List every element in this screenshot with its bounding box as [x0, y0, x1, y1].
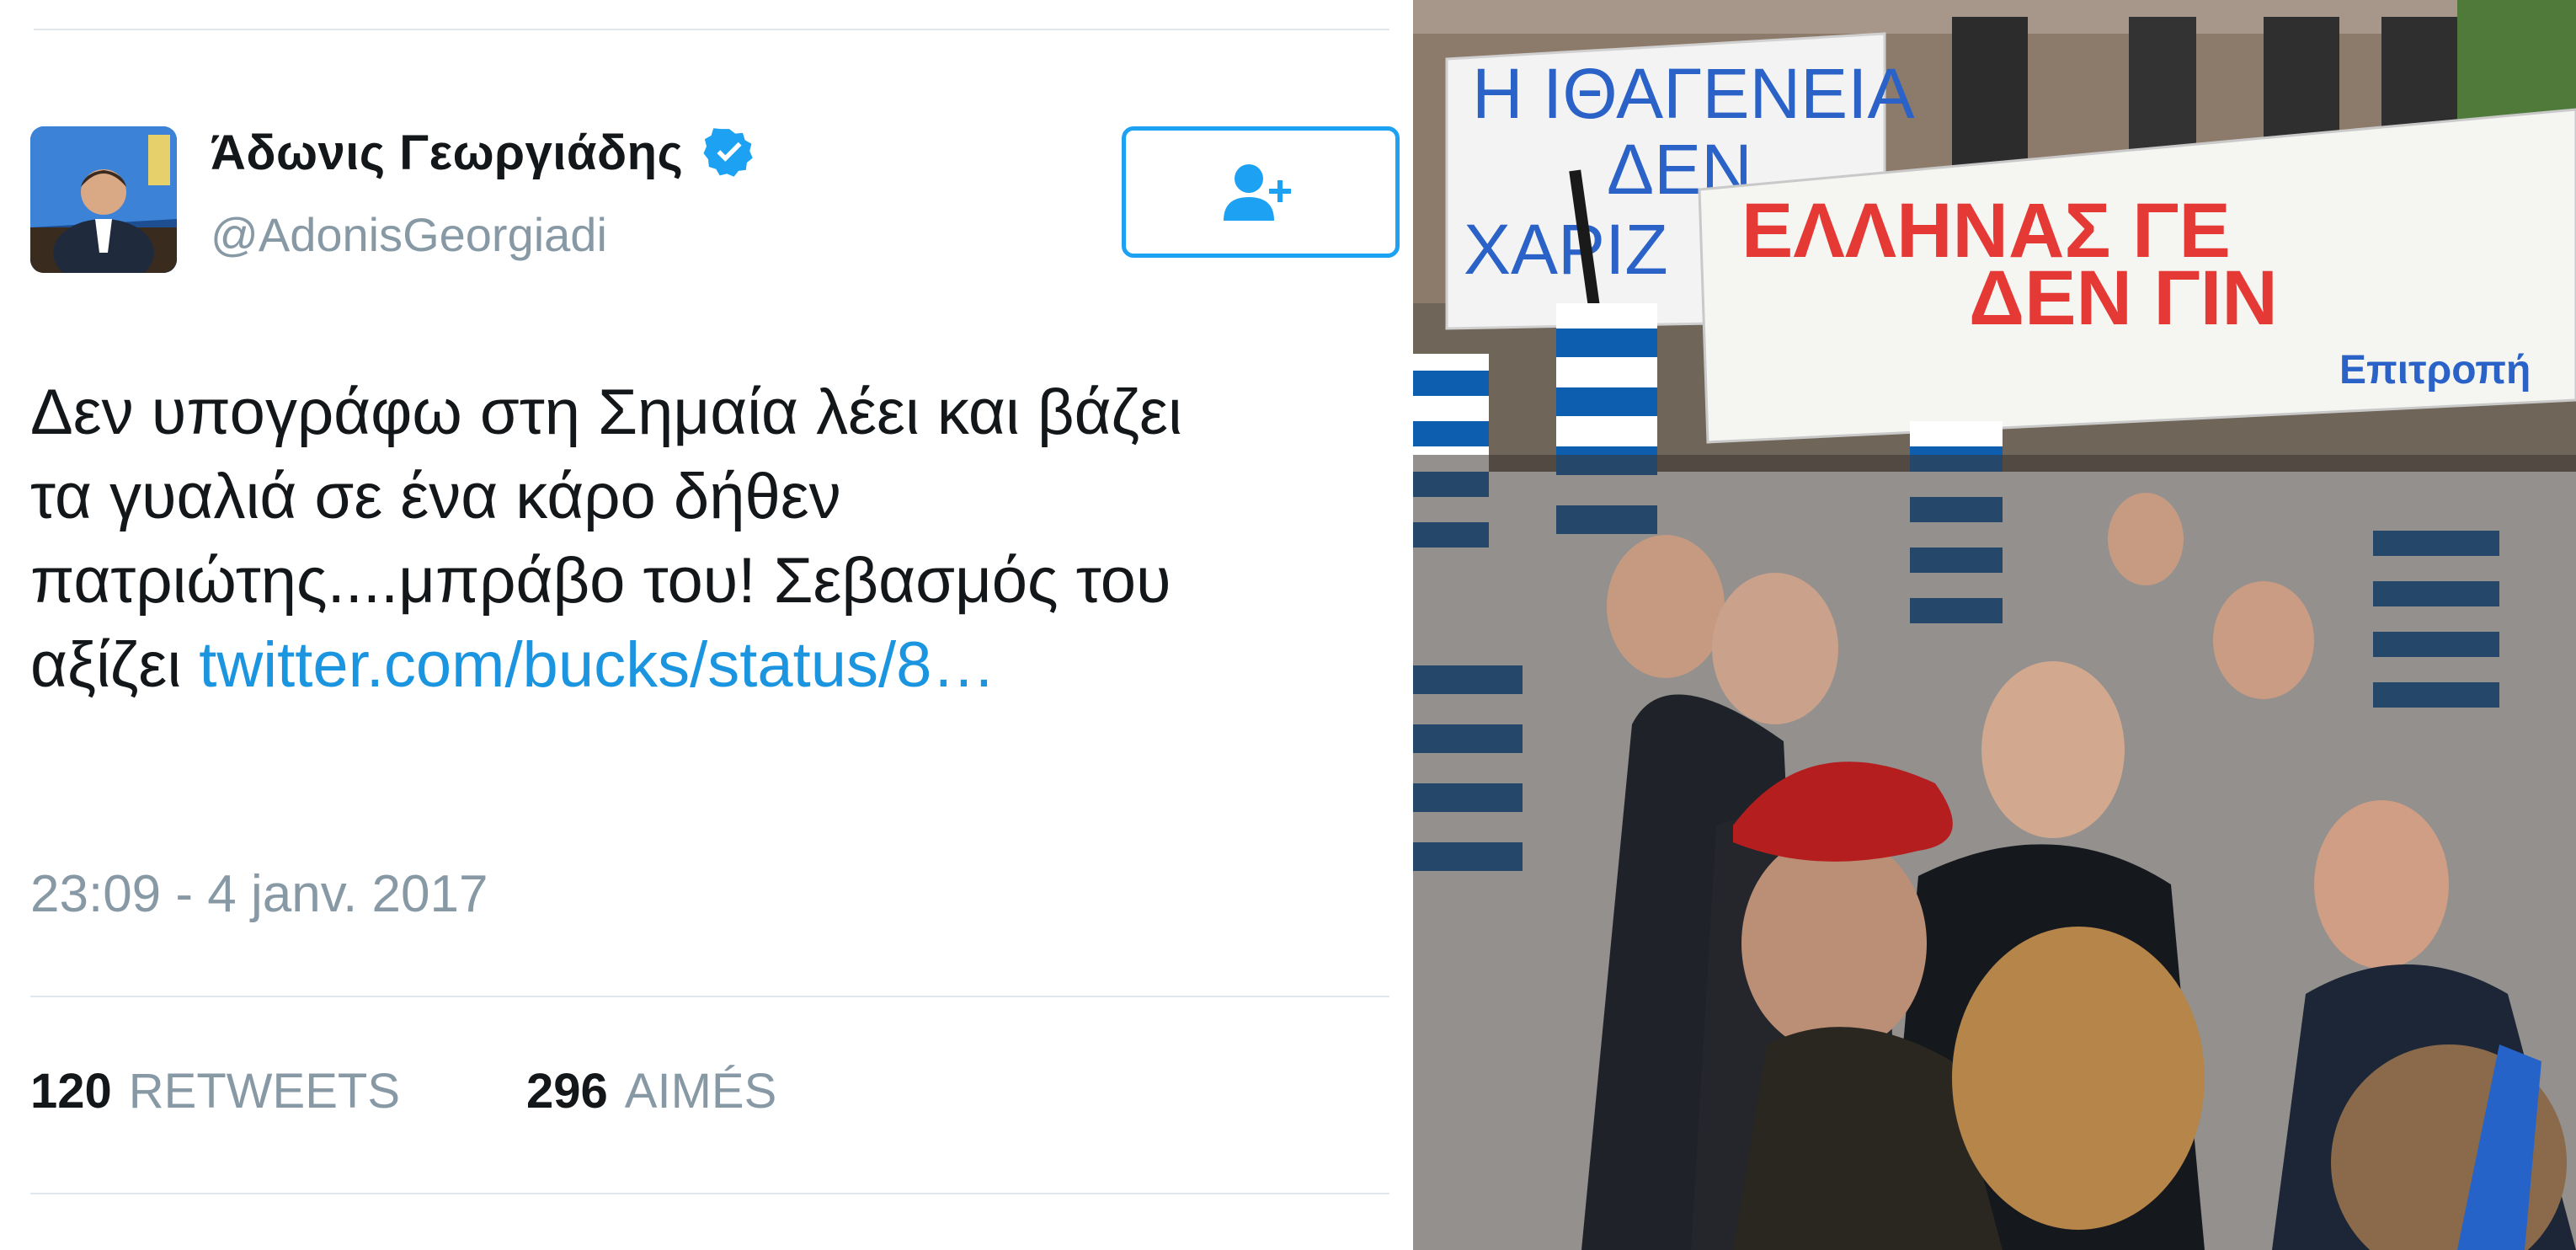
tweet-line-last: αξίζει twitter.com/bucks/status/8…	[30, 623, 1386, 708]
likes-count[interactable]: 296	[526, 1063, 608, 1119]
top-divider	[34, 29, 1389, 30]
banner-left-line: Η ΙΘΑΓΕΝΕΙΑ	[1472, 54, 1915, 133]
bottom-divider	[30, 1193, 1389, 1194]
user-handle[interactable]: @AdonisGeorgiadi	[211, 207, 607, 262]
retweets-label[interactable]: RETWEETS	[129, 1063, 400, 1119]
tweet-text: Δεν υπογράφω στη Σημαία λέει και βάζει τ…	[30, 371, 1386, 708]
banner-right-sign: Επιτροπή	[2339, 348, 2531, 393]
banner-right-line: ΔΕΝ ΓΙΝ	[1969, 255, 2278, 341]
stats-divider	[30, 996, 1389, 997]
tweet-line: Δεν υπογράφω στη Σημαία λέει και βάζει	[30, 377, 1182, 448]
follow-button[interactable]	[1122, 126, 1400, 258]
tweet-timestamp[interactable]: 23:09 - 4 janv. 2017	[30, 864, 488, 924]
add-user-icon	[1224, 164, 1291, 221]
tweet-line: τα γυαλιά σε ένα κάρο δήθεν	[30, 461, 841, 532]
verified-badge-icon	[703, 127, 754, 177]
tweet-line: πατριώτης....μπράβο του! Σεβασμός του	[30, 545, 1171, 617]
display-name[interactable]: Άδωνις Γεωργιάδης	[211, 125, 683, 181]
tweet-stats: 120 RETWEETS 296 AIMÉS	[30, 1063, 776, 1119]
banner-left-line: ΧΑΡΙΖ	[1464, 210, 1668, 289]
tweet-card: Άδωνις Γεωργιάδης @AdonisGeorgiadi Δεν υ…	[0, 0, 1405, 1250]
tweet-link[interactable]: twitter.com/bucks/status/8…	[199, 629, 995, 701]
likes-label[interactable]: AIMÉS	[625, 1063, 777, 1119]
avatar[interactable]	[30, 126, 177, 273]
collage-divider	[1405, 0, 1413, 1250]
protest-photo: Η ΙΘΑΓΕΝΕΙΑ ΔΕΝ ΧΑΡΙΖ ΕΛΛΗΝΑΣ ΓΕ ΔΕΝ ΓΙΝ…	[1413, 0, 2576, 1250]
retweets-count[interactable]: 120	[30, 1063, 112, 1119]
tweet-line: αξίζει	[30, 629, 200, 701]
name-row: Άδωνις Γεωργιάδης	[211, 125, 757, 181]
